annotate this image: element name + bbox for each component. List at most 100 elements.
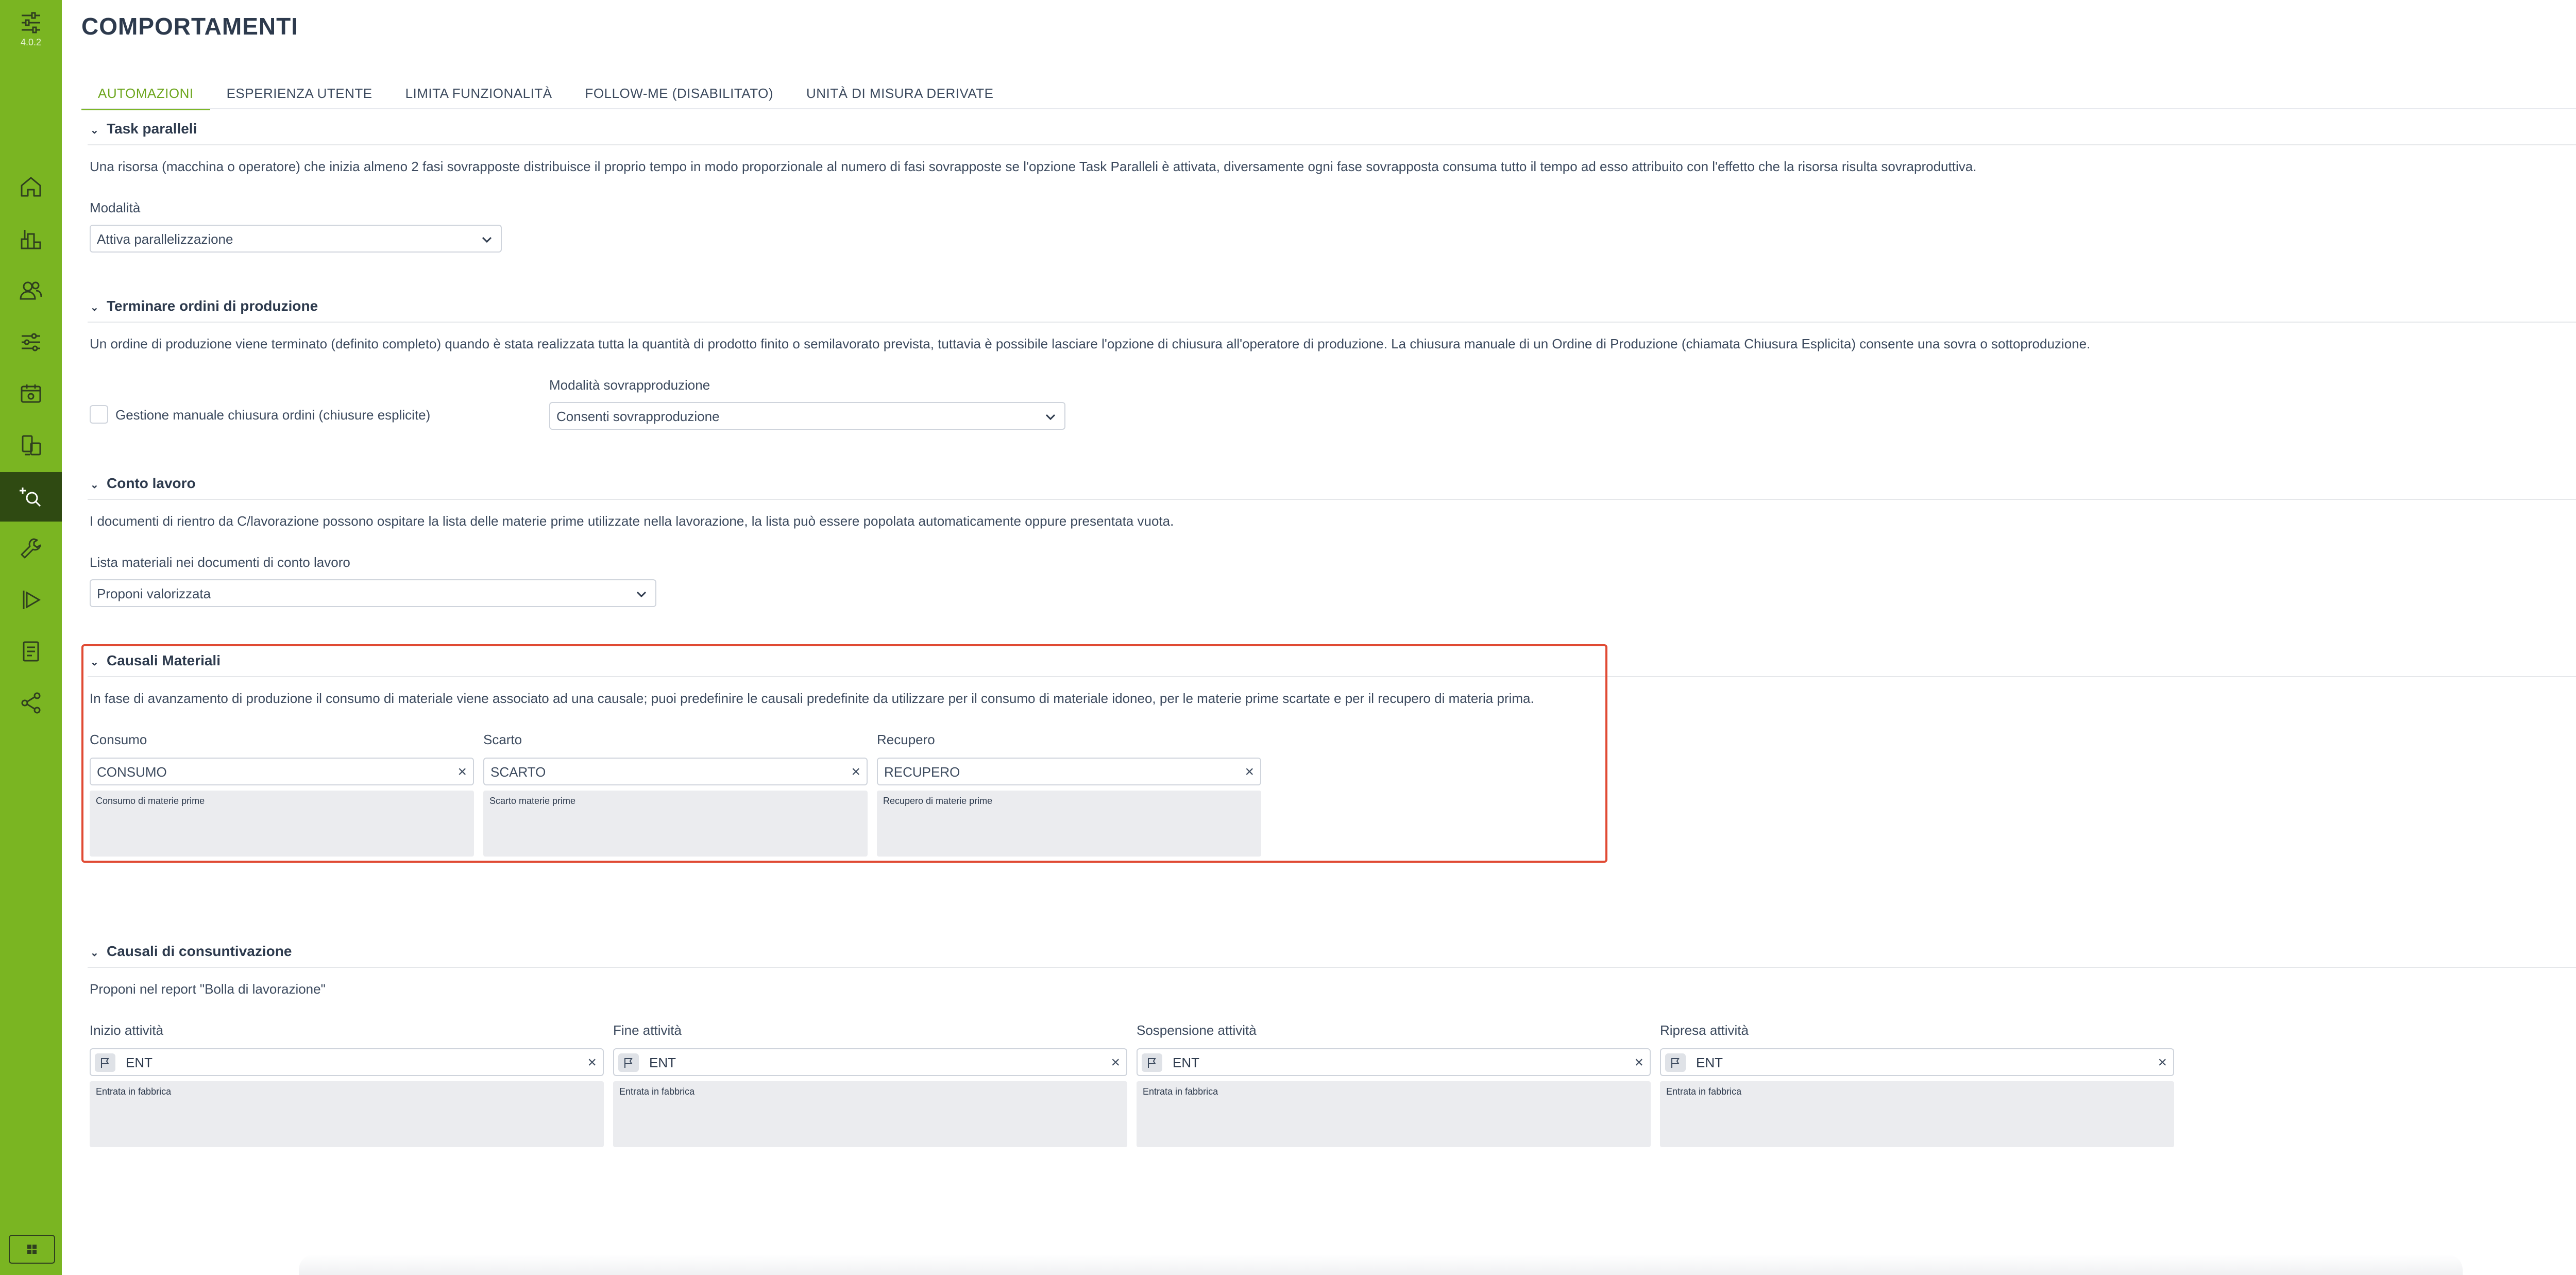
main-content: COMPORTAMENTI AUTOMAZIONI ESPERIENZA UTE… [62,0,2576,1275]
material-list-select-value: Proponi valorizzata [97,586,211,601]
fine-detail-text: Entrata in fabbrica [619,1086,695,1097]
apps-grid-button[interactable] [9,1235,55,1264]
overproduction-select-value: Consenti sovrapproduzione [556,409,720,424]
flag-icon [1142,1053,1162,1072]
chevron-down-icon [1045,414,1056,421]
factory-icon [21,230,41,249]
section-divider [88,967,2576,968]
chevron-down-icon [482,237,492,243]
nav-calendar[interactable] [0,369,62,418]
sidebar: 4.0.2 [0,0,62,1275]
sospensione-value: ENT [1173,1055,1199,1070]
devices-icon [22,435,41,456]
tabs-divider [81,108,2576,109]
fine-value: ENT [649,1055,676,1070]
section-description: Un ordine di produzione viene terminato … [90,336,2091,351]
flag-icon [1665,1053,1686,1072]
highlight-frame [81,644,1607,863]
nav-devices[interactable] [0,421,62,470]
nav-home[interactable] [0,162,62,211]
section-description: I documenti di rientro da C/lavorazione … [90,513,1174,529]
flag-icon [95,1053,115,1072]
nav-sliders[interactable] [0,317,62,367]
chevron-down-icon: ⌄ [90,302,99,313]
mode-select[interactable]: Attiva parallelizzazione [90,225,502,253]
ripresa-label: Ripresa attività [1660,1022,1749,1038]
document-icon [23,641,39,662]
grid-icon [27,1245,37,1254]
chevron-down-icon: ⌄ [90,947,99,959]
section-terminare-header[interactable]: ⌄ Terminare ordini di produzione [90,298,318,314]
mode-label: Modalità [90,200,141,215]
clear-icon[interactable]: × [2158,1049,2167,1076]
clear-icon[interactable]: × [1111,1049,1120,1076]
sospensione-input[interactable]: ENT × [1137,1048,1651,1076]
share-icon [21,692,41,714]
tab-esperienza-utente[interactable]: ESPERIENZA UTENTE [210,77,389,108]
tab-follow-me[interactable]: FOLLOW-ME (DISABILITATO) [569,77,790,108]
clear-icon[interactable]: × [587,1049,597,1076]
nav-behaviours[interactable] [0,472,62,522]
ripresa-detail: Entrata in fabbrica [1660,1081,2174,1147]
ripresa-value: ENT [1696,1055,1723,1070]
section-title: Task paralleli [107,121,197,137]
sospensione-label: Sospensione attività [1137,1022,1257,1038]
sliders-icon [22,333,40,351]
section-description: Una risorsa (macchina o operatore) che i… [90,159,1977,174]
manual-close-label: Gestione manuale chiusura ordini (chiusu… [115,407,431,423]
fine-input[interactable]: ENT × [613,1048,1127,1076]
fine-detail: Entrata in fabbrica [613,1081,1127,1147]
nav-factory[interactable] [0,214,62,264]
inizio-value: ENT [126,1055,152,1070]
nav-tools[interactable] [0,524,62,573]
nav-documents[interactable] [0,627,62,676]
section-consuntivazione-header[interactable]: ⌄ Causali di consuntivazione [90,943,292,960]
chevron-down-icon [636,591,647,598]
bottom-shadow [299,1254,2463,1275]
flag-icon [618,1053,639,1072]
sospensione-detail-text: Entrata in fabbrica [1143,1086,1218,1097]
settings-sliders-icon [22,12,40,33]
home-icon [21,177,41,197]
calendar-icon [21,384,41,403]
behaviours-icon [20,488,41,507]
section-divider [88,322,2576,323]
tab-unita-misura[interactable]: UNITÀ DI MISURA DERIVATE [790,77,1010,108]
section-description: Proponi nel report "Bolla di lavorazione… [90,981,326,997]
wrench-icon [21,538,41,559]
users-icon [20,281,42,300]
inizio-detail: Entrata in fabbrica [90,1081,604,1147]
tab-bar: AUTOMAZIONI ESPERIENZA UTENTE LIMITA FUN… [81,77,1010,110]
mode-select-value: Attiva parallelizzazione [97,231,233,247]
app-version: 4.0.2 [20,37,42,47]
tab-limita-funzionalita[interactable]: LIMITA FUNZIONALITÀ [389,77,569,108]
section-title: Causali di consuntivazione [107,943,292,959]
overproduction-select[interactable]: Consenti sovrapproduzione [549,402,1065,430]
app-logo[interactable]: 4.0.2 [0,10,62,48]
section-task-paralleli-header[interactable]: ⌄ Task paralleli [90,121,197,137]
section-divider [88,499,2576,500]
play-icon [23,591,41,609]
fine-label: Fine attività [613,1022,682,1038]
material-list-label: Lista materiali nei documenti di conto l… [90,555,350,570]
section-divider [88,144,2576,145]
section-title: Conto lavoro [107,475,196,491]
nav-share[interactable] [0,678,62,728]
nav-play[interactable] [0,575,62,625]
section-title: Terminare ordini di produzione [107,298,318,314]
chevron-down-icon: ⌄ [90,125,99,136]
page-title: COMPORTAMENTI [81,13,299,40]
chevron-down-icon: ⌄ [90,479,99,491]
overproduction-label: Modalità sovrapproduzione [549,377,710,393]
material-list-select[interactable]: Proponi valorizzata [90,579,656,607]
section-conto-lavoro-header[interactable]: ⌄ Conto lavoro [90,475,196,492]
ripresa-detail-text: Entrata in fabbrica [1666,1086,1742,1097]
inizio-input[interactable]: ENT × [90,1048,604,1076]
sospensione-detail: Entrata in fabbrica [1137,1081,1651,1147]
clear-icon[interactable]: × [1634,1049,1643,1076]
manual-close-checkbox[interactable] [90,405,108,424]
tab-automazioni[interactable]: AUTOMAZIONI [81,77,210,110]
ripresa-input[interactable]: ENT × [1660,1048,2174,1076]
nav-users[interactable] [0,266,62,315]
inizio-label: Inizio attività [90,1022,164,1038]
